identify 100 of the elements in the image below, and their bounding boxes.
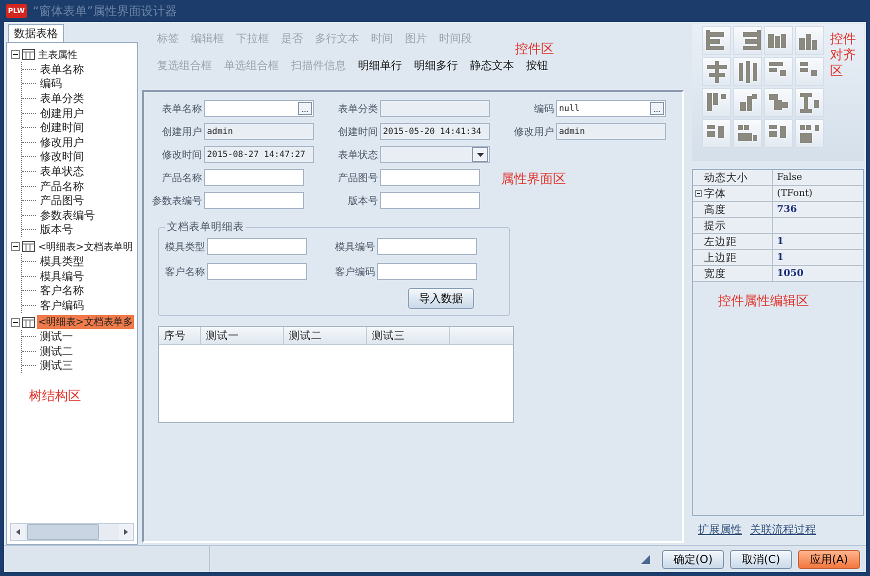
align-button[interactable]	[795, 26, 824, 55]
property-name: 左边距	[704, 234, 737, 248]
tree-node[interactable]: 产品名称	[40, 178, 84, 194]
tree-node[interactable]: <明细表>文档表单多	[37, 315, 134, 329]
input-field[interactable]	[204, 192, 304, 209]
align-button[interactable]	[733, 26, 762, 55]
property-value[interactable]: 1	[777, 252, 784, 263]
property-value[interactable]: 1	[777, 236, 784, 247]
align-button[interactable]	[764, 57, 793, 86]
dialog-button[interactable]: 确定(O)	[662, 550, 724, 568]
column-header[interactable]: 测试二	[284, 327, 367, 344]
input-field[interactable]	[207, 263, 307, 280]
input-field[interactable]: ...	[204, 100, 314, 117]
dropdown-field[interactable]	[380, 146, 490, 163]
collapse-icon[interactable]	[11, 318, 20, 326]
field-label: 模具编号	[334, 240, 375, 254]
table-icon	[22, 316, 35, 328]
align-button[interactable]	[733, 57, 762, 86]
align-button[interactable]	[764, 26, 793, 55]
align-button[interactable]	[795, 119, 824, 148]
property-value[interactable]: (TFont)	[777, 188, 812, 199]
align-button[interactable]	[764, 119, 793, 148]
scroll-left-icon[interactable]	[16, 529, 20, 535]
align-button[interactable]	[795, 88, 824, 117]
tree-node[interactable]: 产品图号	[40, 193, 84, 208]
palette-item[interactable]: 明细单行	[353, 57, 407, 74]
input-field[interactable]	[380, 169, 480, 186]
column-header[interactable]: 测试三	[367, 327, 450, 344]
link[interactable]: 关联流程过程	[750, 522, 816, 537]
field-label: 表单名称	[161, 102, 202, 116]
align-button[interactable]	[764, 88, 793, 117]
field-label: 版本号	[347, 194, 378, 208]
horizontal-scrollbar[interactable]	[10, 523, 134, 541]
palette-item[interactable]: 明细多行	[409, 57, 463, 74]
input-field[interactable]: 2015-08-27 14:47:27	[204, 146, 314, 163]
input-field[interactable]: null ...	[556, 100, 666, 117]
tree-node[interactable]: 参数表编号	[40, 208, 95, 223]
tree-tab[interactable]: 数据表格	[8, 24, 64, 42]
input-field[interactable]: admin	[556, 123, 666, 140]
property-name: 字体	[704, 186, 726, 200]
tree-node[interactable]: 主表属性	[37, 48, 78, 62]
input-field[interactable]	[380, 100, 490, 117]
property-value[interactable]: 1050	[777, 268, 804, 279]
tree-node[interactable]: 测试一	[40, 329, 73, 344]
input-field[interactable]	[204, 169, 304, 186]
tree-node[interactable]: 客户名称	[40, 283, 84, 298]
import-button[interactable]: 导入数据	[408, 288, 474, 309]
property-value[interactable]: 736	[777, 204, 797, 215]
tree-node[interactable]: 版本号	[40, 222, 73, 238]
tree-node[interactable]: 测试二	[40, 344, 73, 359]
field-label: 模具类型	[164, 240, 205, 254]
align-button[interactable]	[702, 26, 731, 55]
column-header[interactable]: 测试一	[201, 327, 284, 344]
collapse-icon[interactable]	[11, 50, 20, 59]
group-title: 文档表单明细表	[165, 220, 246, 234]
align-button[interactable]	[733, 88, 762, 117]
tree-node[interactable]: 模具编号	[40, 268, 84, 284]
tree-node[interactable]: 表单状态	[40, 164, 84, 179]
resize-grip-icon[interactable]	[641, 554, 650, 564]
tree-node[interactable]: 表单名称	[40, 62, 84, 77]
align-button[interactable]	[795, 57, 824, 86]
dialog-button[interactable]: 应用(A)	[798, 550, 860, 568]
tree-node[interactable]: 编码	[40, 76, 62, 92]
tree-node[interactable]: 表单分类	[40, 90, 84, 106]
input-field[interactable]	[377, 263, 477, 280]
dialog-button[interactable]: 取消(C)	[730, 550, 792, 568]
window-title: “窗体表单”属性界面设计器	[32, 2, 178, 20]
ellipsis-button[interactable]: ...	[650, 102, 664, 115]
tree-node[interactable]: 修改用户	[40, 134, 84, 150]
dropdown-icon[interactable]	[472, 147, 488, 162]
input-field[interactable]	[377, 238, 477, 255]
input-field[interactable]: 2015-05-20 14:41:34	[380, 123, 490, 140]
column-header[interactable]: 序号	[159, 327, 201, 344]
palette-item[interactable]: 静态文本	[465, 57, 519, 74]
palette-item[interactable]: 按钮	[521, 57, 553, 74]
field-label: 修改时间	[161, 148, 202, 162]
property-value[interactable]: False	[777, 172, 802, 183]
ellipsis-button[interactable]: ...	[298, 102, 312, 115]
tree-node[interactable]: 创建时间	[40, 120, 84, 136]
tree-node[interactable]: 创建用户	[40, 106, 84, 121]
align-button[interactable]	[702, 119, 731, 148]
input-field[interactable]	[207, 238, 307, 255]
tree-node[interactable]: 模具类型	[40, 254, 84, 269]
scroll-right-icon[interactable]	[124, 529, 128, 535]
input-field[interactable]	[380, 192, 480, 209]
collapse-icon[interactable]	[11, 242, 20, 252]
property-name: 高度	[704, 202, 726, 216]
field-label: 编码	[533, 102, 554, 116]
tree-node[interactable]: 测试三	[40, 358, 73, 374]
tree-node[interactable]: <明细表>文档表单明	[37, 240, 134, 254]
link[interactable]: 扩展属性	[698, 522, 742, 537]
align-button[interactable]	[702, 57, 731, 86]
tree-node[interactable]: 修改时间	[40, 149, 84, 164]
annotation-label: 控件对齐区	[830, 32, 857, 81]
align-button[interactable]	[733, 119, 762, 148]
tree-node[interactable]: 客户编码	[40, 298, 84, 313]
align-button[interactable]	[702, 88, 731, 117]
expand-icon[interactable]	[695, 190, 702, 197]
input-field[interactable]: admin	[204, 123, 314, 140]
field-label: 参数表编号	[151, 194, 202, 208]
